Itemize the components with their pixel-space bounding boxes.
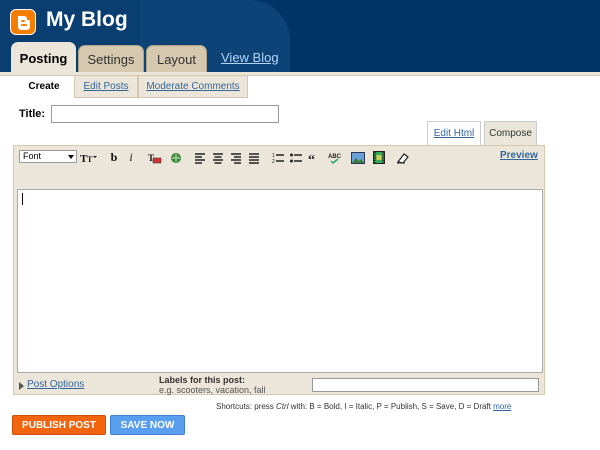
text-caret	[22, 193, 23, 205]
post-body-editor[interactable]	[17, 189, 543, 373]
title-input[interactable]	[51, 105, 279, 123]
text-color-icon[interactable]: T	[148, 151, 162, 169]
edit-html-tab[interactable]: Edit Html	[427, 121, 481, 145]
align-right-icon[interactable]	[230, 151, 242, 169]
svg-text:T: T	[87, 155, 93, 164]
view-blog-link[interactable]: View Blog	[221, 50, 279, 65]
image-icon[interactable]	[351, 151, 365, 169]
blogger-editor-page: My Blog Posting Settings Layout View Blo…	[0, 0, 600, 450]
font-size-icon[interactable]: TT	[80, 151, 98, 169]
preview-link[interactable]: Preview	[500, 150, 538, 161]
svg-text:“: “	[308, 153, 315, 164]
bold-button[interactable]: b	[109, 150, 119, 164]
align-center-icon[interactable]	[212, 151, 224, 169]
compose-tab[interactable]: Compose	[484, 121, 537, 145]
publish-post-button[interactable]: PUBLISH POST	[12, 415, 106, 435]
title-label: Title:	[19, 108, 46, 120]
shortcuts-text: Shortcuts: press Ctrl with: B = Bold, I …	[216, 402, 512, 411]
labels-input[interactable]	[312, 378, 539, 392]
main-tabs: Posting Settings Layout View Blog	[0, 42, 600, 72]
justify-icon[interactable]	[248, 151, 260, 169]
numbered-list-icon[interactable]: 12	[272, 151, 285, 169]
subtab-edit-posts[interactable]: Edit Posts	[74, 76, 138, 98]
editor-footer: Post Options Labels for this post: e.g. …	[14, 374, 544, 395]
editor-toolbar: Font TT b i T 1 2 “ ABC Preview	[14, 146, 544, 168]
video-icon[interactable]	[373, 151, 385, 169]
save-now-button[interactable]: SAVE NOW	[110, 415, 185, 435]
header: My Blog Posting Settings Layout View Blo…	[0, 0, 600, 72]
remove-formatting-icon[interactable]	[396, 151, 409, 169]
post-editor: Font TT b i T 1 2 “ ABC Preview Post Opt…	[13, 145, 545, 395]
link-icon[interactable]	[169, 151, 183, 169]
svg-text:ABC: ABC	[328, 154, 342, 160]
bullet-list-icon[interactable]	[290, 151, 303, 169]
more-shortcuts-link[interactable]: more	[493, 402, 511, 411]
font-select[interactable]: Font	[19, 150, 77, 163]
chevron-down-icon	[68, 155, 74, 159]
svg-text:2: 2	[272, 159, 275, 164]
subtab-moderate-comments[interactable]: Moderate Comments	[138, 76, 248, 98]
tab-layout[interactable]: Layout	[146, 45, 207, 72]
labels-hint: e.g. scooters, vacation, fall	[159, 385, 266, 395]
blog-title: My Blog	[46, 8, 128, 31]
labels-title: Labels for this post:	[159, 375, 246, 385]
blockquote-icon[interactable]: “	[308, 151, 320, 169]
tab-settings[interactable]: Settings	[78, 45, 144, 72]
align-left-icon[interactable]	[194, 151, 206, 169]
spellcheck-icon[interactable]: ABC	[328, 151, 342, 169]
tab-posting[interactable]: Posting	[11, 42, 76, 72]
triangle-right-icon[interactable]	[19, 382, 24, 390]
post-options-link[interactable]: Post Options	[27, 379, 84, 390]
subtab-create[interactable]: Create	[14, 76, 74, 98]
blogger-logo-icon[interactable]	[10, 9, 36, 35]
italic-button[interactable]: i	[126, 150, 136, 164]
